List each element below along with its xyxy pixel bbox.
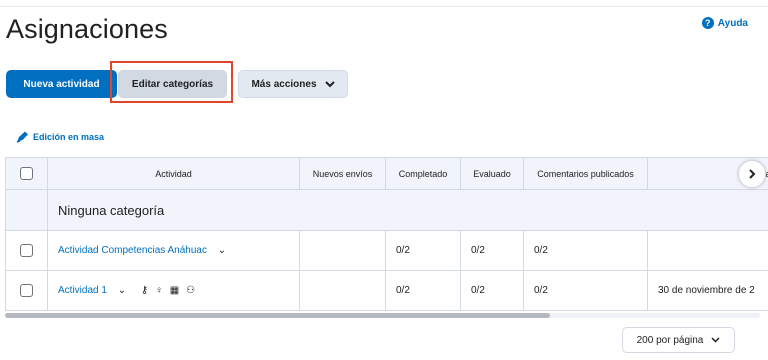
chevron-down-icon xyxy=(711,337,720,343)
row-checkbox[interactable] xyxy=(20,244,33,257)
edit-categories-button[interactable]: Editar categorías xyxy=(118,70,227,98)
activities-table: Actividad Nuevos envíos Completado Evalu… xyxy=(5,157,768,311)
chevron-down-icon[interactable]: ⌄ xyxy=(118,285,126,296)
pencil-icon xyxy=(16,131,28,143)
chevron-right-icon xyxy=(748,169,755,179)
evaluated-cell: 0/2 xyxy=(460,230,524,271)
table-row: Actividad 1 ⌄ ⚷ ♀ ▦ ⚇ 0/2 0/2 0/2 30 de … xyxy=(5,270,768,311)
category-label: Ninguna categoría xyxy=(47,189,768,231)
column-header[interactable]: Comentarios publicados xyxy=(523,157,648,190)
help-label: Ayuda xyxy=(717,17,748,29)
scrollbar-thumb[interactable] xyxy=(5,313,550,318)
help-icon: ? xyxy=(701,17,714,29)
chevron-down-icon[interactable]: ⌄ xyxy=(218,245,226,256)
help-link[interactable]: ? Ayuda xyxy=(701,17,748,29)
scroll-right-button[interactable] xyxy=(738,160,766,188)
activity-link[interactable]: Actividad Competencias Anáhuac xyxy=(58,245,207,256)
completed-cell: 0/2 xyxy=(385,270,461,311)
new-submissions-cell xyxy=(299,270,386,311)
due-date-cell xyxy=(647,230,768,271)
per-page-select[interactable]: 200 por página xyxy=(622,327,735,353)
bulk-edit-link[interactable]: Edición en masa xyxy=(16,131,104,143)
chevron-down-icon xyxy=(324,80,335,87)
new-submissions-cell xyxy=(299,230,386,271)
feedback-cell: 0/2 xyxy=(523,270,648,311)
page-title: Asignaciones xyxy=(6,14,168,44)
pin-icon: ♀ xyxy=(155,284,163,296)
column-header[interactable]: Nuevos envíos xyxy=(299,157,386,190)
horizontal-scrollbar[interactable] xyxy=(5,313,760,318)
more-actions-button[interactable]: Más acciones xyxy=(238,70,348,98)
more-actions-label: Más acciones xyxy=(251,78,317,90)
key-icon: ⚷ xyxy=(140,284,149,296)
completed-cell: 0/2 xyxy=(385,230,461,271)
bulk-edit-label: Edición en masa xyxy=(33,132,105,142)
due-date-cell: 30 de noviembre de 2 xyxy=(647,270,768,311)
per-page-label: 200 por página xyxy=(636,334,704,346)
new-activity-button[interactable]: Nueva actividad xyxy=(6,70,117,98)
table-row: Actividad Competencias Anáhuac ⌄ 0/2 0/2… xyxy=(5,230,768,271)
table-header-row: Actividad Nuevos envíos Completado Evalu… xyxy=(5,157,768,190)
column-header[interactable]: Completado xyxy=(385,157,461,190)
row-checkbox[interactable] xyxy=(20,284,33,297)
top-divider xyxy=(0,6,768,7)
category-row: Ninguna categoría xyxy=(5,189,768,231)
feedback-cell: 0/2 xyxy=(523,230,648,271)
select-all-checkbox[interactable] xyxy=(20,167,33,180)
column-header[interactable]: Evaluado xyxy=(460,157,524,190)
calendar-icon: ▦ xyxy=(169,284,180,296)
column-header[interactable]: Actividad xyxy=(47,157,300,190)
select-all-cell xyxy=(5,157,48,190)
activity-link[interactable]: Actividad 1 xyxy=(58,285,107,296)
users-icon: ⚇ xyxy=(186,284,196,296)
evaluated-cell: 0/2 xyxy=(460,270,524,311)
